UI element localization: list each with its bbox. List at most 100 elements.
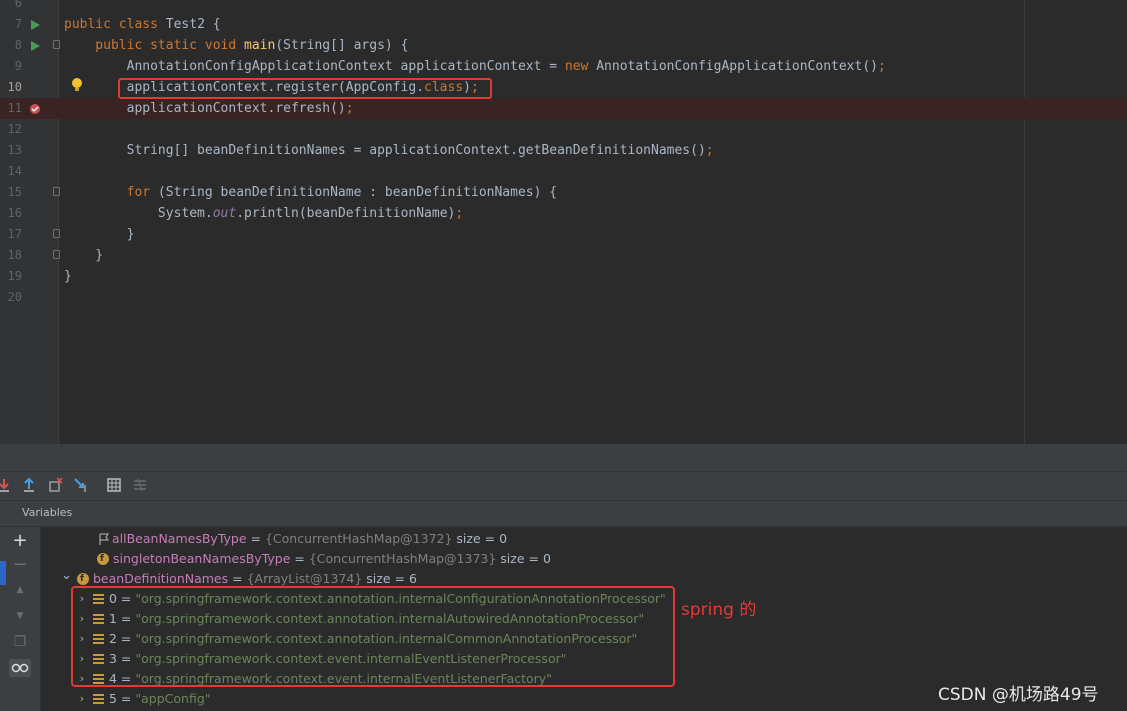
code-line[interactable]: 18 }: [0, 245, 1127, 266]
code-text: for (String beanDefinitionName : beanDef…: [64, 182, 557, 203]
run-to-cursor-icon[interactable]: [73, 477, 89, 493]
line-number: 16: [7, 206, 22, 220]
code-token: (String[] args) {: [275, 38, 409, 53]
watermark: CSDN @机场路49号: [938, 685, 1099, 705]
line-number: 18: [7, 248, 22, 262]
variables-title: Variables: [22, 506, 73, 519]
variable-name: beanDefinitionNames: [93, 571, 229, 586]
code-line[interactable]: 16 System.out.println(beanDefinitionName…: [0, 203, 1127, 224]
line-number: 13: [7, 143, 22, 157]
down-icon[interactable]: ▼: [11, 607, 29, 625]
frame-selector-tab[interactable]: [0, 561, 6, 585]
variable-size: size = 0: [496, 551, 551, 566]
step-into-icon[interactable]: [0, 477, 12, 493]
code-line[interactable]: 19}: [0, 266, 1127, 287]
code-text: }: [64, 245, 103, 266]
code-token: for: [64, 185, 158, 200]
lightbulb-icon[interactable]: [71, 77, 83, 93]
code-text: }: [64, 266, 72, 287]
flag-icon: [99, 532, 110, 545]
code-line[interactable]: 13 String[] beanDefinitionNames = applic…: [0, 140, 1127, 161]
variable-name: allBeanNamesByType: [112, 531, 247, 546]
code-token: public: [64, 17, 119, 32]
variable-text: 5 = "appConfig": [109, 689, 211, 709]
code-line[interactable]: 17 }: [0, 224, 1127, 245]
debug-toolbar: [0, 472, 1127, 501]
code-token: }: [64, 269, 72, 284]
code-editor[interactable]: 6 7 public class Test2 {8 public static vo…: [0, 0, 1127, 444]
code-token: .println(beanDefinitionName): [236, 206, 456, 221]
line-number: 15: [7, 185, 22, 199]
code-token: ;: [345, 101, 354, 116]
copy-icon[interactable]: ❐: [11, 633, 29, 651]
code-text: System.out.println(beanDefinitionName);: [64, 203, 463, 224]
line-number: 20: [7, 290, 22, 304]
debug-tab-strip: [0, 444, 1127, 472]
code-token: ;: [455, 206, 464, 221]
line-number: 11: [7, 101, 22, 115]
fold-marker-icon[interactable]: [53, 187, 60, 196]
line-number: 8: [14, 38, 22, 52]
code-line[interactable]: 20: [0, 287, 1127, 308]
code-token: out: [212, 206, 237, 221]
line-number: 7: [14, 17, 22, 31]
variables-header: Variables: [0, 501, 1127, 527]
equals-sign: =: [116, 691, 136, 706]
line-number: 10: [7, 80, 22, 94]
variable-text: allBeanNamesByType = {ConcurrentHashMap@…: [112, 529, 507, 549]
code-token: Test2 {: [165, 17, 221, 32]
drop-frame-icon[interactable]: [47, 477, 63, 493]
glasses-icon[interactable]: [9, 659, 31, 677]
variable-size: size = 6: [362, 571, 417, 586]
chevron-right-icon[interactable]: ›: [77, 689, 87, 709]
code-text: }: [64, 224, 135, 245]
evaluate-table-icon[interactable]: [106, 477, 122, 493]
code-token: }: [64, 248, 104, 263]
chevron-down-icon[interactable]: ⌄: [61, 569, 72, 589]
code-line[interactable]: 9 AnnotationConfigApplicationContext app…: [0, 56, 1127, 77]
field-icon: f: [97, 553, 109, 565]
remove-icon[interactable]: −: [11, 554, 29, 575]
fold-marker-icon[interactable]: [53, 229, 60, 238]
variable-size: size = 0: [452, 531, 508, 546]
code-line[interactable]: 15 for (String beanDefinitionName : bean…: [0, 182, 1127, 203]
code-line[interactable]: 8 public static void main(String[] args)…: [0, 35, 1127, 56]
trace-icon[interactable]: [132, 477, 148, 493]
step-out-icon[interactable]: [21, 477, 37, 493]
run-gutter-icon[interactable]: [28, 14, 42, 35]
line-number: 6: [14, 0, 22, 10]
line-number: 14: [7, 164, 22, 178]
fold-marker-icon[interactable]: [53, 250, 60, 259]
register-highlight-box: [118, 78, 492, 99]
line-number: 19: [7, 269, 22, 283]
equals-sign: =: [290, 551, 309, 566]
up-icon[interactable]: ▲: [11, 581, 29, 599]
code-line[interactable]: 11 applicationContext.refresh();: [0, 98, 1127, 119]
variable-name: 5: [109, 691, 117, 706]
variable-type: {ArrayList@1374}: [246, 571, 363, 586]
bean-names-highlight-box: [71, 586, 675, 687]
add-watch-icon[interactable]: +: [11, 530, 29, 551]
code-line[interactable]: 6: [0, 0, 1127, 14]
variable-name: singletonBeanNamesByType: [113, 551, 291, 566]
code-line[interactable]: 7 public class Test2 {: [0, 14, 1127, 35]
code-line[interactable]: 14: [0, 161, 1127, 182]
code-token: ;: [705, 143, 714, 158]
run-gutter-icon[interactable]: [28, 35, 42, 56]
code-token: System.: [64, 206, 213, 221]
code-line[interactable]: 12: [0, 119, 1127, 140]
code-token: void: [204, 38, 245, 53]
equals-sign: =: [246, 531, 265, 546]
code-token: String[] beanDefinitionNames = applicati…: [64, 143, 706, 158]
variable-text: singletonBeanNamesByType = {ConcurrentHa…: [113, 549, 551, 569]
fold-marker-icon[interactable]: [53, 40, 60, 49]
code-token: public: [64, 38, 151, 53]
variable-value: "appConfig": [135, 691, 211, 706]
code-token: AnnotationConfigApplicationContext appli…: [64, 59, 565, 74]
annotation-note: spring 的: [681, 600, 757, 620]
variable-type: {ConcurrentHashMap@1372}: [264, 531, 453, 546]
line-number: 12: [7, 122, 22, 136]
code-text: public class Test2 {: [64, 14, 221, 35]
variables-side-toolbar: + − ▲ ▼ ❐: [0, 527, 41, 711]
breakpoint-icon[interactable]: [28, 98, 42, 119]
